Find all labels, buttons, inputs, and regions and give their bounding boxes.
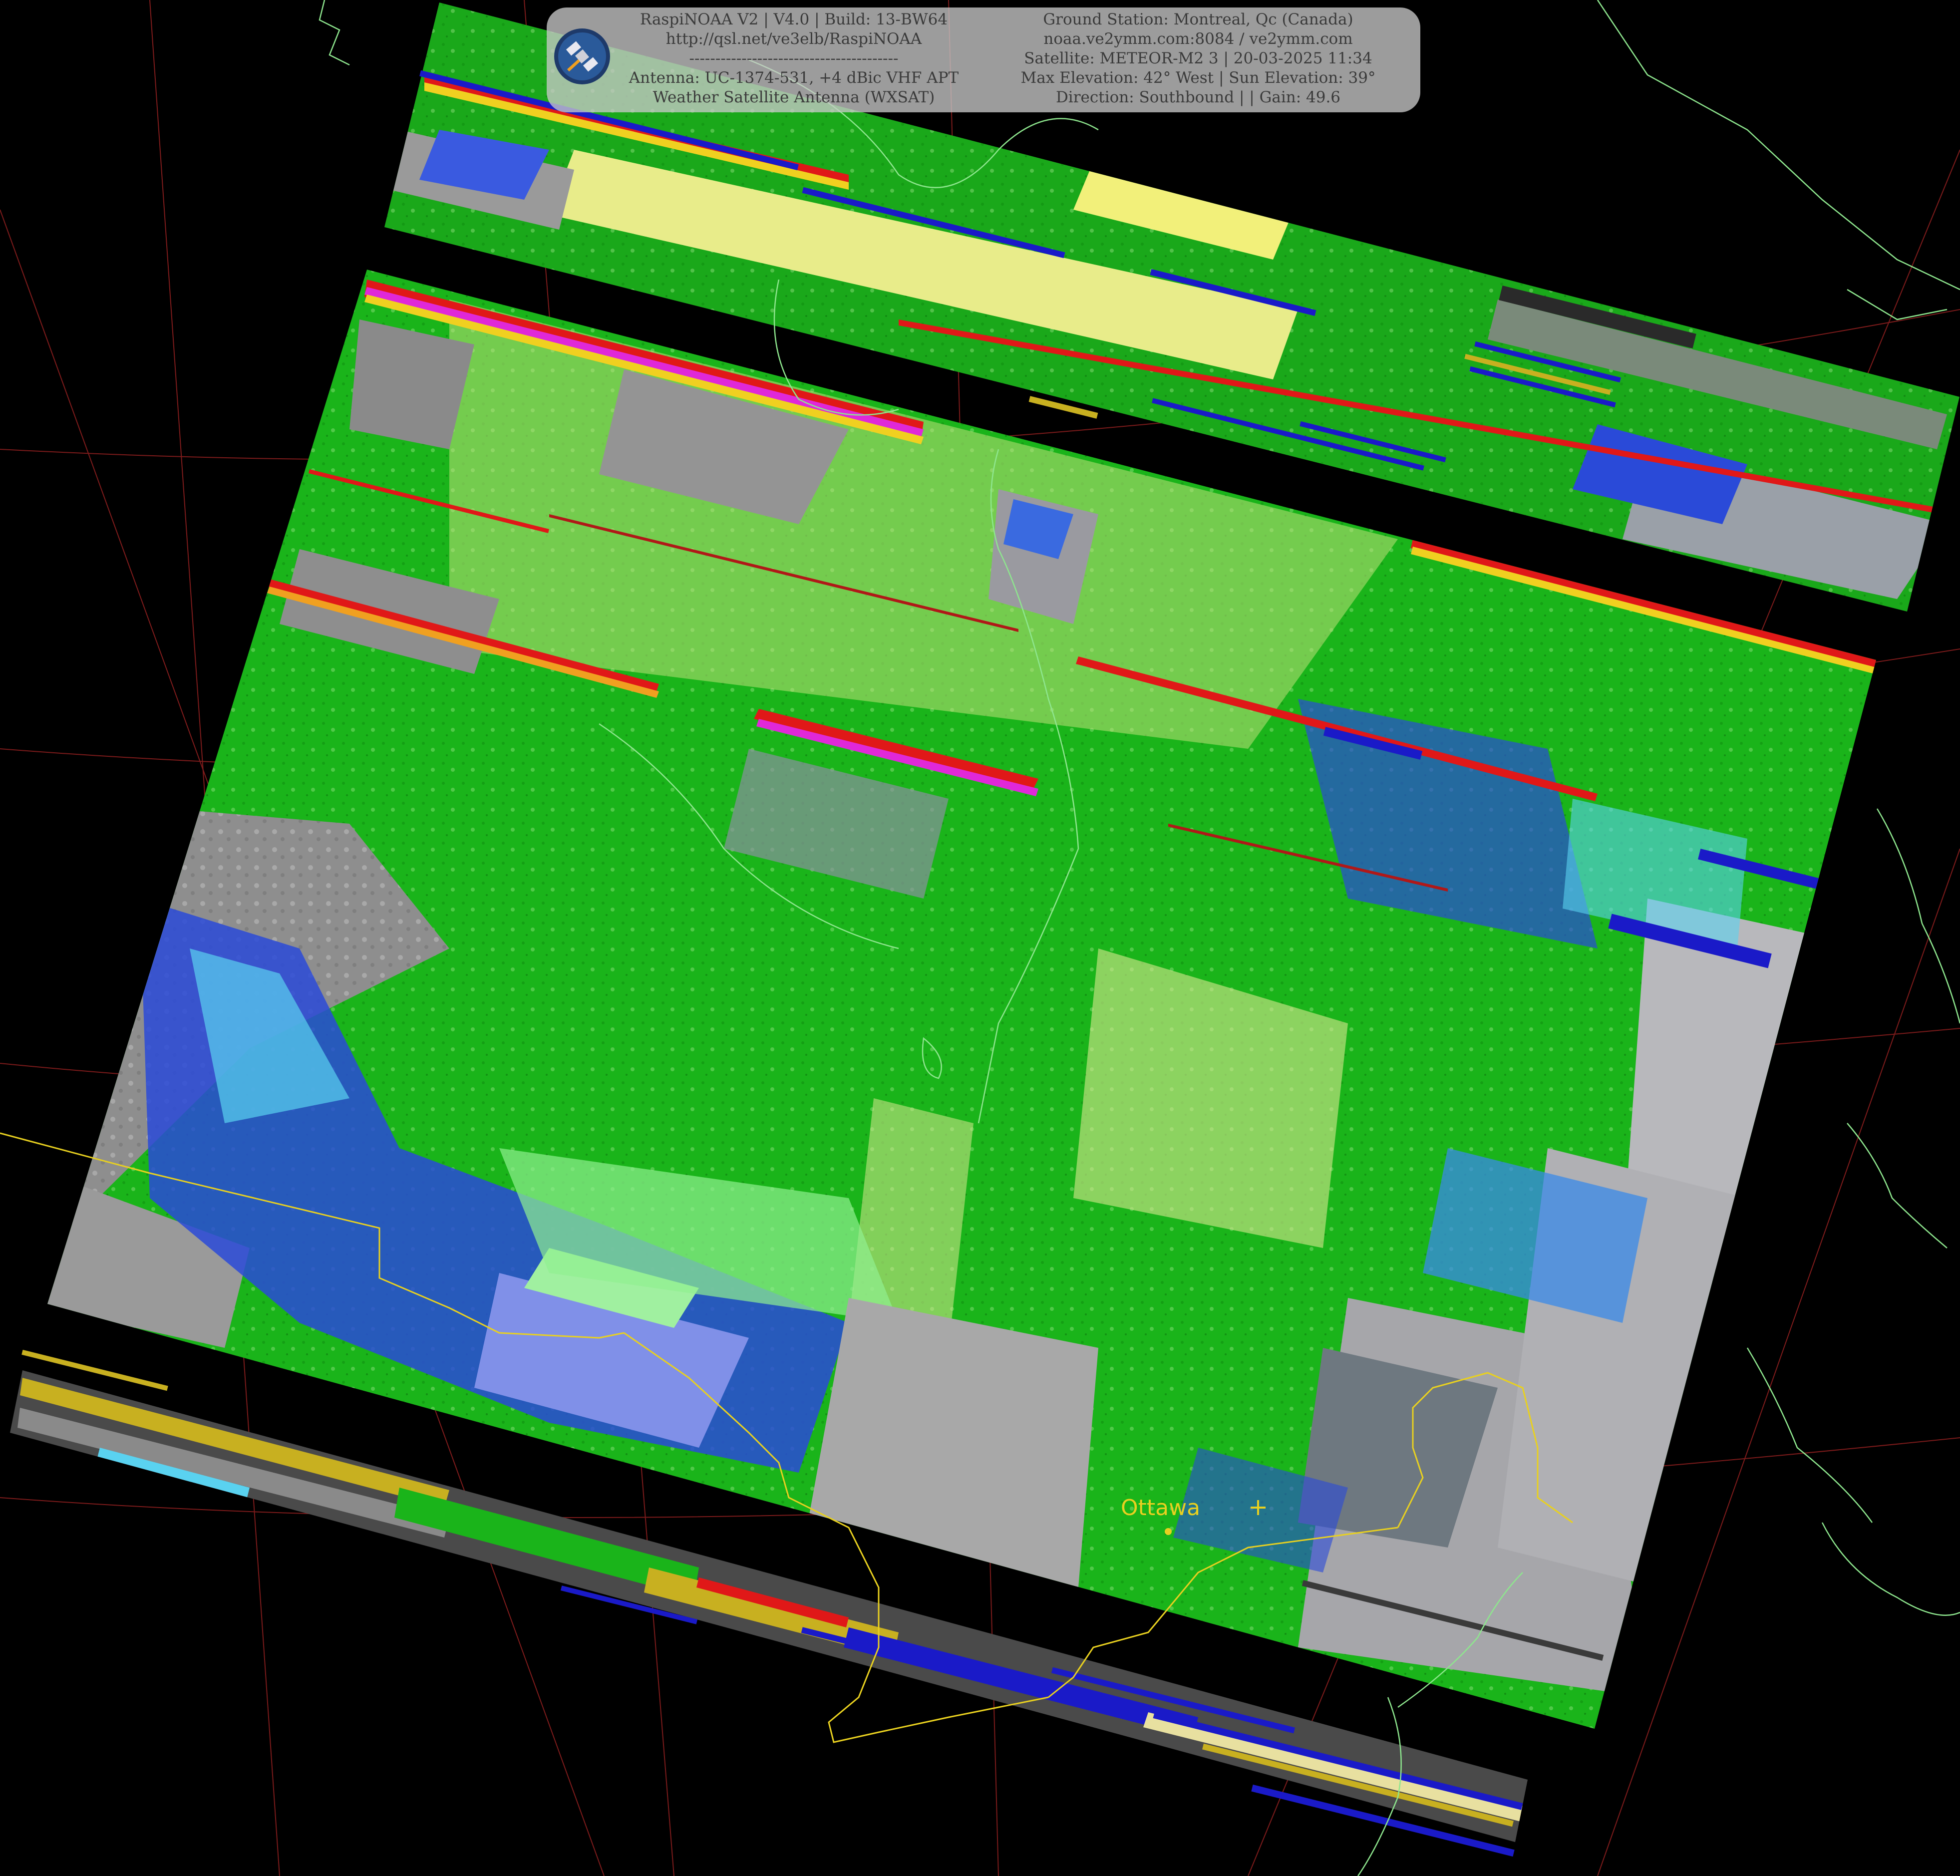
satellite-map	[0, 0, 1960, 1876]
header-left: RaspiNOAA V2 | V4.0 | Build: 13-BW64 htt…	[614, 10, 974, 107]
city-label-ottawa: Ottawa	[1121, 1495, 1201, 1521]
header-right-line: Satellite: METEOR-M2 3 | 20-03-2025 11:3…	[1024, 49, 1372, 67]
header-left-line: http://qsl.net/ve3elb/RaspiNOAA	[665, 30, 922, 48]
header-right-line: Direction: Southbound | | Gain: 49.6	[1055, 88, 1341, 106]
header-left-line: RaspiNOAA V2 | V4.0 | Build: 13-BW64	[640, 10, 948, 28]
header-left-line: Weather Satellite Antenna (WXSAT)	[653, 88, 935, 106]
satellite-logo-icon	[553, 27, 611, 85]
header-right-line: noaa.ve2ymm.com:8084 / ve2ymm.com	[1043, 30, 1353, 48]
header-left-line: Antenna: UC-1374-531, +4 dBic VHF APT	[629, 69, 959, 87]
header-left-line: ----------------------------------------	[689, 49, 899, 67]
header-right-line: Ground Station: Montreal, Qc (Canada)	[1043, 10, 1353, 28]
header-right-line: Max Elevation: 42° West | Sun Elevation:…	[1020, 69, 1376, 87]
header-right: Ground Station: Montreal, Qc (Canada) no…	[983, 10, 1413, 107]
